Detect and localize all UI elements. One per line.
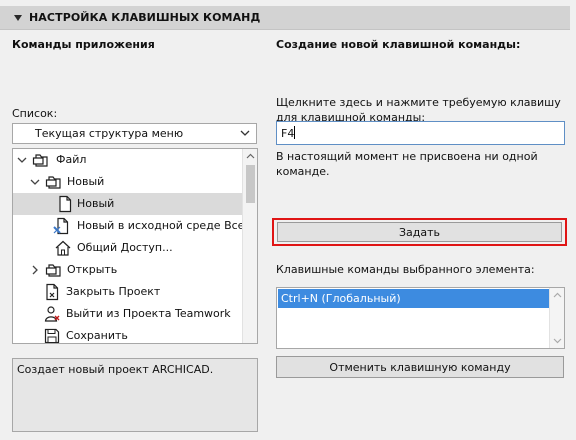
tree-item-save[interactable]: Сохранить <box>13 325 243 343</box>
document-icon <box>59 195 72 213</box>
user-exit-icon <box>44 306 60 322</box>
dropdown-value: Текущая структура меню <box>35 127 184 140</box>
assignment-status: В настоящий момент не присвоена ни одной… <box>276 150 538 178</box>
app-commands-heading: Команды приложения <box>12 38 155 51</box>
shortcut-item[interactable]: Ctrl+N (Глобальный) <box>278 289 549 308</box>
close-doc-icon <box>46 283 59 301</box>
cancel-shortcut-button[interactable]: Отменить клавишную команду <box>276 356 564 378</box>
tree-item-new[interactable]: Новый <box>13 193 243 215</box>
chevron-down-icon[interactable] <box>17 155 27 165</box>
save-icon <box>44 328 60 343</box>
chevron-right-icon[interactable] <box>30 265 40 275</box>
shortcuts-label: Клавишные команды выбранного элемента: <box>276 263 535 276</box>
description-text: Создает новый проект ARCHICAD. <box>17 363 214 376</box>
set-button[interactable]: Задать <box>277 222 562 242</box>
tree-item-label: Открыть <box>67 263 118 276</box>
tree-item-label: Новый <box>67 175 105 188</box>
shortcuts-scrollbar[interactable] <box>549 288 564 348</box>
tree-item-label: Закрыть Проект <box>66 285 161 298</box>
collapse-triangle-icon[interactable] <box>14 14 22 21</box>
tree-item-label: Сохранить <box>66 329 128 342</box>
list-dropdown[interactable]: Текущая структура меню <box>12 123 257 144</box>
scroll-down-icon[interactable] <box>553 338 562 344</box>
text-caret <box>294 126 296 139</box>
shortcuts-list[interactable]: Ctrl+N (Глобальный) <box>276 287 565 349</box>
shortcut-label: Ctrl+N (Глобальный) <box>281 292 401 305</box>
tree-item-label: Выйти из Проекта Teamwork <box>66 307 231 320</box>
tree-item-shared-access[interactable]: Общий Доступ... <box>13 237 243 259</box>
folder-icon <box>45 264 61 277</box>
folder-icon <box>32 154 48 167</box>
scrollbar-thumb[interactable] <box>246 165 255 203</box>
folder-icon <box>45 176 61 189</box>
tree-item-new-folder[interactable]: Новый <box>13 171 243 193</box>
create-shortcut-heading: Создание новой клавишной команды: <box>276 38 521 51</box>
section-title: НАСТРОЙКА КЛАВИШНЫХ КОМАНД <box>29 11 261 24</box>
chevron-down-icon <box>240 130 250 136</box>
tree-item-label: Файл <box>56 153 87 166</box>
chevron-down-icon[interactable] <box>30 177 40 187</box>
tree-scrollbar[interactable] <box>242 149 257 343</box>
tree-item-close-project[interactable]: Закрыть Проект <box>13 281 243 303</box>
tree-item-leave-teamwork[interactable]: Выйти из Проекта Teamwork <box>13 303 243 325</box>
tree-item-label: Общий Доступ... <box>77 241 173 254</box>
tree-item-label: Новый в исходной среде Все <box>77 219 245 232</box>
tree-item-label: Новый <box>77 197 115 210</box>
key-input-value: F4 <box>281 127 295 140</box>
tree-item-file[interactable]: Файл <box>13 149 243 171</box>
scroll-up-icon[interactable] <box>246 153 255 159</box>
new-doc-icon <box>53 217 69 235</box>
cancel-shortcut-label: Отменить клавишную команду <box>329 360 511 374</box>
house-icon <box>55 240 71 256</box>
section-header[interactable]: НАСТРОЙКА КЛАВИШНЫХ КОМАНД <box>0 6 570 30</box>
command-description: Создает новый проект ARCHICAD. <box>12 358 258 432</box>
list-label: Список: <box>12 107 58 120</box>
set-button-label: Задать <box>398 225 441 239</box>
tree-item-new-in-original-env[interactable]: Новый в исходной среде Все <box>13 215 245 237</box>
command-tree[interactable]: Файл Новый Новый Новый в исходной среде … <box>12 148 258 344</box>
scroll-up-icon[interactable] <box>553 292 562 298</box>
tree-item-open[interactable]: Открыть <box>13 259 243 281</box>
key-capture-input[interactable]: F4 <box>276 121 565 145</box>
